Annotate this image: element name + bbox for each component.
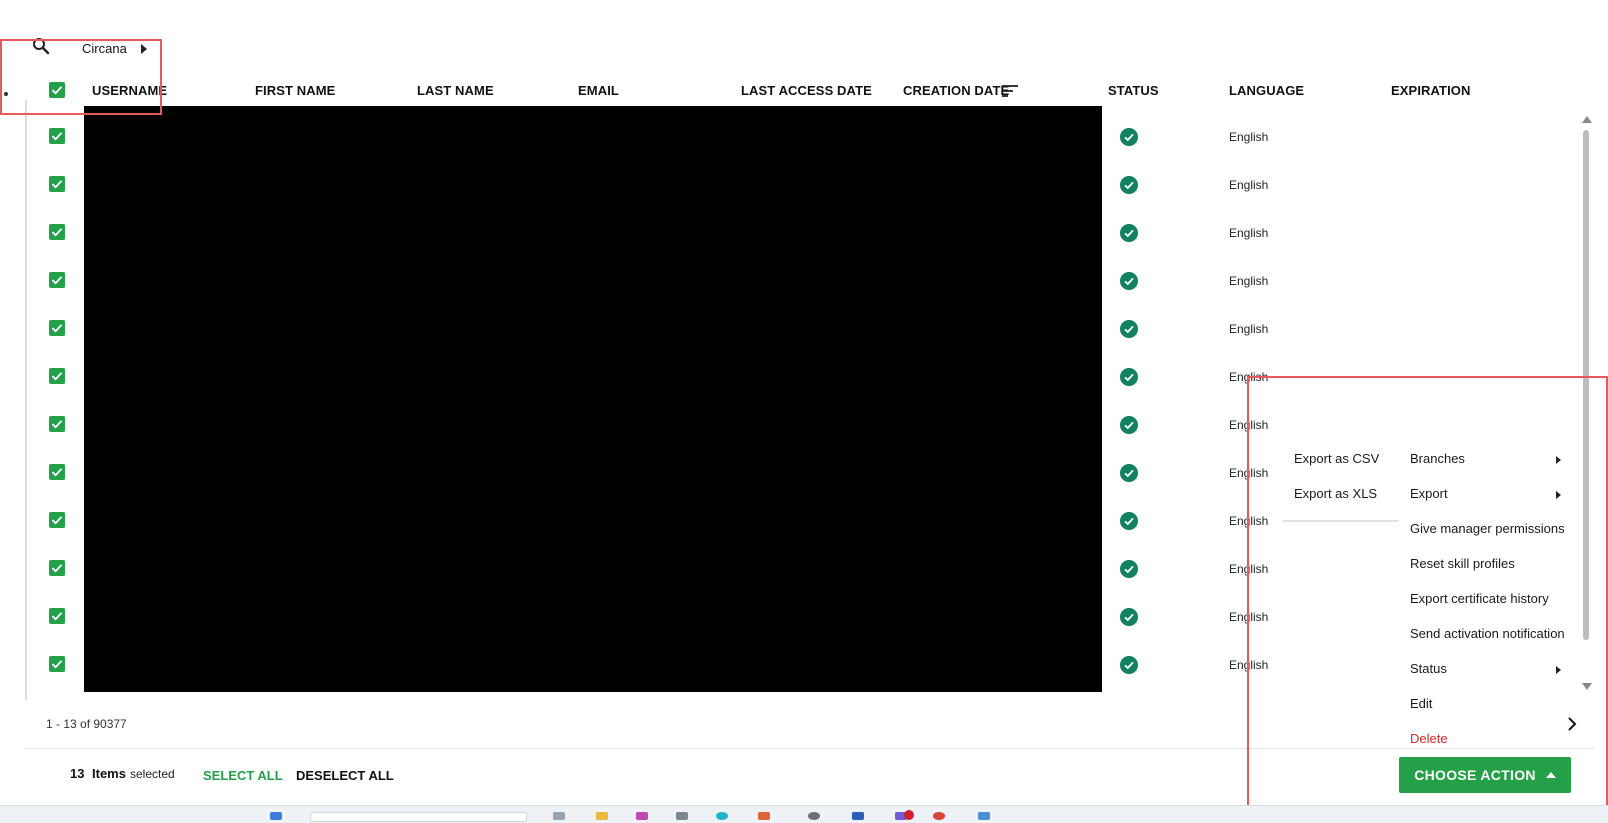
status-active-icon (1120, 560, 1138, 578)
deselect-all-button[interactable]: DESELECT ALL (296, 768, 394, 783)
column-header-first-name[interactable]: FIRST NAME (255, 83, 335, 98)
folder-icon[interactable] (596, 812, 608, 820)
row-checkbox[interactable] (49, 656, 65, 672)
check-icon (51, 516, 63, 525)
check-icon (51, 276, 63, 285)
check-icon (51, 564, 63, 573)
taskbar-app-icon[interactable] (808, 812, 820, 820)
row-checkbox[interactable] (49, 224, 65, 240)
taskbar-app-icon[interactable] (553, 812, 565, 820)
check-icon (51, 132, 63, 141)
row-checkbox[interactable] (49, 464, 65, 480)
row-checkbox[interactable] (49, 560, 65, 576)
status-active-icon (1120, 416, 1138, 434)
left-divider (25, 100, 27, 700)
selected-suffix-label: selected (130, 767, 175, 781)
column-header-status[interactable]: STATUS (1108, 83, 1159, 98)
row-checkbox[interactable] (49, 272, 65, 288)
os-taskbar (0, 805, 1608, 823)
column-header-expiration[interactable]: EXPIRATION (1391, 83, 1471, 98)
column-header-creation-date[interactable]: CREATION DATE (903, 83, 1009, 98)
redacted-region (84, 106, 1102, 692)
taskbar-app-icon[interactable] (636, 812, 648, 820)
notification-dot-icon (904, 810, 914, 820)
check-icon (51, 324, 63, 333)
selected-count: 13 (70, 766, 85, 781)
check-icon (51, 468, 63, 477)
sort-icon[interactable] (1001, 84, 1019, 98)
status-active-icon (1120, 224, 1138, 242)
chrome-icon[interactable] (933, 812, 945, 820)
browser-icon[interactable] (716, 812, 728, 820)
selected-items-label: Items (92, 766, 126, 781)
select-all-button[interactable]: SELECT ALL (203, 768, 283, 783)
language-cell: English (1229, 274, 1269, 288)
status-active-icon (1120, 272, 1138, 290)
row-checkbox[interactable] (49, 320, 65, 336)
check-icon (51, 612, 63, 621)
column-header-email[interactable]: EMAIL (578, 83, 619, 98)
taskbar-app-icon[interactable] (978, 812, 990, 820)
row-checkbox[interactable] (49, 368, 65, 384)
status-active-icon (1120, 368, 1138, 386)
check-icon (51, 660, 63, 669)
taskbar-app-icon[interactable] (852, 812, 864, 820)
taskbar-app-icon[interactable] (758, 812, 770, 820)
language-cell: English (1229, 322, 1269, 336)
column-header-last-name[interactable]: LAST NAME (417, 83, 494, 98)
status-active-icon (1120, 464, 1138, 482)
row-checkbox[interactable] (49, 128, 65, 144)
check-icon (51, 228, 63, 237)
taskbar-search-box[interactable] (310, 812, 527, 822)
status-active-icon (1120, 320, 1138, 338)
row-checkbox[interactable] (49, 608, 65, 624)
check-icon (51, 420, 63, 429)
check-icon (51, 372, 63, 381)
status-active-icon (1120, 608, 1138, 626)
row-checkbox[interactable] (49, 176, 65, 192)
taskbar-app-icon[interactable] (676, 812, 688, 820)
status-active-icon (1120, 512, 1138, 530)
language-cell: English (1229, 178, 1269, 192)
status-active-icon (1120, 176, 1138, 194)
check-icon (51, 180, 63, 189)
scroll-up-arrow[interactable] (1582, 116, 1592, 123)
row-checkbox[interactable] (49, 512, 65, 528)
windows-start-icon[interactable] (270, 812, 282, 820)
column-header-last-access-date[interactable]: LAST ACCESS DATE (741, 83, 872, 98)
highlight-box-action-menu (1247, 376, 1608, 822)
row-checkbox[interactable] (49, 416, 65, 432)
language-cell: English (1229, 226, 1269, 240)
status-active-icon (1120, 656, 1138, 674)
highlight-box-header (0, 39, 162, 115)
pagination-range: 1 - 13 of 90377 (46, 717, 127, 731)
column-header-language[interactable]: LANGUAGE (1229, 83, 1304, 98)
status-active-icon (1120, 128, 1138, 146)
language-cell: English (1229, 130, 1269, 144)
